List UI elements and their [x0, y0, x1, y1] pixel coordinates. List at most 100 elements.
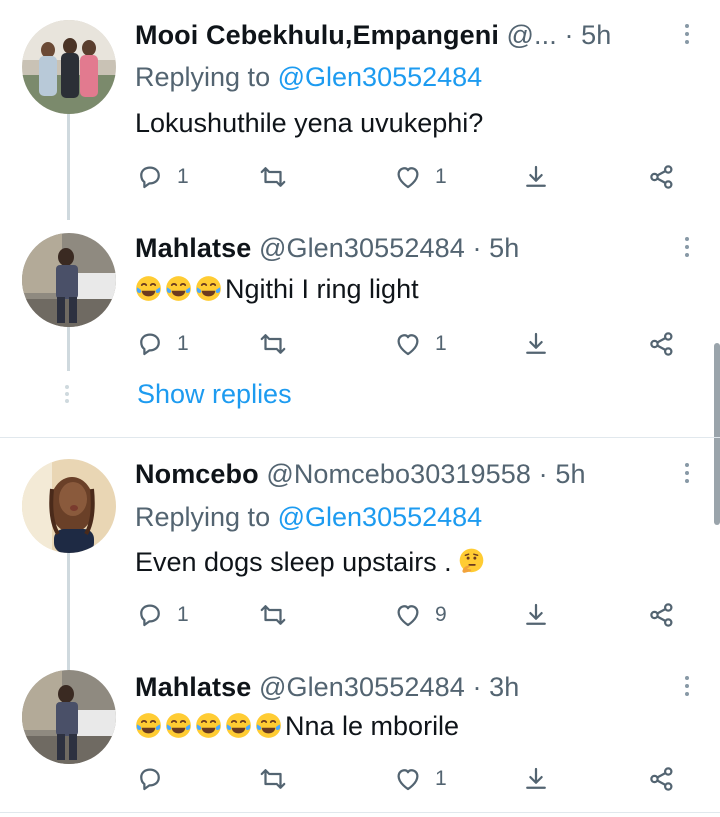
timestamp[interactable]: · 5h	[564, 20, 611, 50]
tweet-text: Even dogs sleep upstairs .	[135, 547, 488, 578]
thread-continuation-dots	[65, 385, 69, 403]
download-button[interactable]	[521, 598, 551, 632]
download-button[interactable]	[521, 762, 551, 796]
face-with-tears-of-joy-icon	[226, 713, 251, 738]
timestamp[interactable]: · 3h	[472, 672, 519, 702]
tweet-actions: 1 1	[135, 327, 695, 361]
tweet-actions: 1 1	[135, 160, 695, 194]
face-with-tears-of-joy-icon	[196, 276, 221, 301]
display-name[interactable]: Mahlatse	[135, 233, 251, 263]
share-icon	[650, 165, 673, 189]
tweet-header: Nomcebo @Nomcebo30319558 · 5h	[135, 459, 586, 490]
retweet-icon	[260, 334, 286, 354]
tweet-text-content: Even dogs sleep upstairs .	[135, 547, 452, 577]
retweet-icon	[260, 769, 286, 789]
handle[interactable]: @...	[507, 20, 557, 50]
heart-icon	[397, 334, 419, 356]
divider	[0, 437, 720, 438]
reply-icon	[140, 768, 160, 791]
share-button[interactable]	[647, 598, 677, 632]
replying-to: Replying to @Glen30552484	[135, 502, 482, 533]
download-icon	[526, 165, 546, 187]
heart-icon	[397, 605, 419, 627]
retweet-button[interactable]	[258, 327, 288, 361]
tweet-text: Nna le mborile	[135, 711, 459, 742]
retweet-icon	[260, 605, 286, 625]
like-button[interactable]: 9	[393, 598, 447, 632]
tweet-text-content: Nna le mborile	[285, 711, 460, 741]
tweet-text: Lokushuthile yena uvukephi?	[135, 108, 484, 138]
share-icon	[650, 767, 673, 791]
face-with-tears-of-joy-icon	[166, 713, 191, 738]
tweet-header: Mooi Cebekhulu,Empangeni @... · 5h	[135, 20, 611, 51]
share-button[interactable]	[647, 160, 677, 194]
replying-to-label: Replying to	[135, 502, 271, 532]
like-button[interactable]: 1	[393, 327, 447, 361]
scrollbar[interactable]	[714, 343, 720, 525]
tweet-text: Ngithi I ring light	[135, 274, 419, 305]
avatar[interactable]	[22, 459, 116, 553]
display-name[interactable]: Mooi Cebekhulu,Empangeni	[135, 20, 499, 50]
reply-count: 1	[177, 332, 189, 355]
download-button[interactable]	[521, 160, 551, 194]
share-button[interactable]	[647, 327, 677, 361]
like-count: 9	[435, 603, 447, 626]
handle[interactable]: @Glen30552484	[259, 672, 465, 702]
thread-line	[67, 326, 70, 371]
more-icon[interactable]	[684, 24, 690, 44]
thread-line	[67, 112, 70, 220]
reply-button[interactable]: 1	[135, 327, 189, 361]
face-with-tears-of-joy-icon	[136, 713, 161, 738]
heart-icon	[397, 167, 419, 189]
like-button[interactable]: 1	[393, 160, 447, 194]
timestamp[interactable]: · 5h	[472, 233, 519, 263]
tweet-header: Mahlatse @Glen30552484 · 5h	[135, 233, 519, 264]
like-count: 1	[435, 332, 447, 355]
share-button[interactable]	[647, 762, 677, 796]
like-count: 1	[435, 767, 447, 790]
download-button[interactable]	[521, 327, 551, 361]
more-icon[interactable]	[684, 237, 690, 257]
more-icon[interactable]	[684, 676, 690, 696]
face-with-tears-of-joy-icon	[196, 713, 221, 738]
tweet-actions: 1 9	[135, 598, 695, 632]
avatar[interactable]	[22, 670, 116, 764]
thinking-face-icon	[459, 548, 483, 573]
reply-count: 1	[177, 603, 189, 626]
more-icon[interactable]	[684, 463, 690, 483]
display-name[interactable]: Nomcebo	[135, 459, 259, 489]
handle[interactable]: @Glen30552484	[259, 233, 465, 263]
divider	[0, 812, 720, 813]
share-icon	[650, 603, 673, 627]
show-replies-link[interactable]: Show replies	[137, 379, 292, 410]
thread-line	[67, 552, 70, 670]
download-icon	[526, 603, 546, 625]
face-with-tears-of-joy-icon	[136, 276, 161, 301]
retweet-button[interactable]	[258, 762, 288, 796]
avatar[interactable]	[22, 20, 116, 114]
replying-to: Replying to @Glen30552484	[135, 62, 482, 93]
reply-icon	[140, 333, 160, 356]
retweet-button[interactable]	[258, 598, 288, 632]
handle[interactable]: @Nomcebo30319558	[266, 459, 531, 489]
tweet-text-content: Ngithi I ring light	[225, 274, 419, 304]
reply-button[interactable]: 1	[135, 160, 189, 194]
download-icon	[526, 332, 546, 354]
replying-to-label: Replying to	[135, 62, 271, 92]
face-with-tears-of-joy-icon	[256, 713, 281, 738]
mention-link[interactable]: @Glen30552484	[278, 502, 483, 532]
tweet-actions: 1	[135, 762, 695, 796]
like-button[interactable]: 1	[393, 762, 447, 796]
reply-icon	[140, 604, 160, 627]
download-icon	[526, 767, 546, 789]
avatar[interactable]	[22, 233, 116, 327]
retweet-icon	[260, 167, 286, 187]
timestamp[interactable]: · 5h	[539, 459, 586, 489]
mention-link[interactable]: @Glen30552484	[278, 62, 483, 92]
reply-button[interactable]	[135, 762, 177, 796]
reply-count: 1	[177, 165, 189, 188]
reply-button[interactable]: 1	[135, 598, 189, 632]
display-name[interactable]: Mahlatse	[135, 672, 251, 702]
like-count: 1	[435, 165, 447, 188]
retweet-button[interactable]	[258, 160, 288, 194]
